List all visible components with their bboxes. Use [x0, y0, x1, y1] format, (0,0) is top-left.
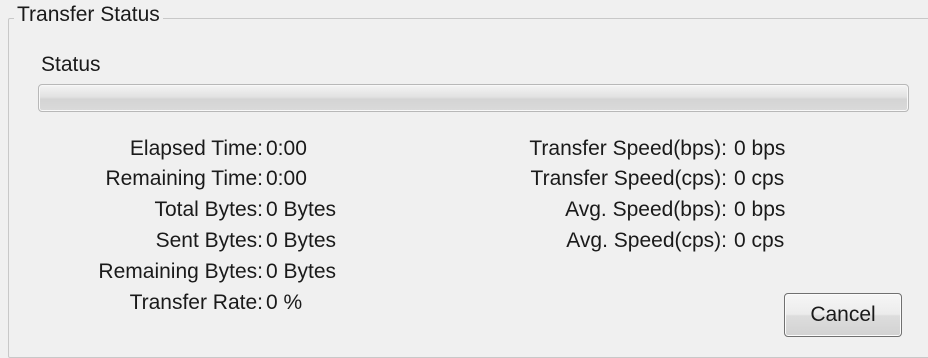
- stat-label: Avg. Speed(cps):: [566, 229, 727, 252]
- stat-label: Transfer Speed(bps):: [529, 137, 727, 160]
- stat-value: 0 bps: [734, 198, 786, 221]
- stat-avg-speed-bps: Avg. Speed(bps): 0 bps: [0, 195, 928, 225]
- stat-label: Transfer Rate:: [129, 291, 263, 314]
- stat-value: 0 bps: [734, 137, 786, 160]
- stat-value: 0 %: [266, 291, 303, 314]
- stat-avg-speed-cps: Avg. Speed(cps): 0 cps: [0, 226, 928, 256]
- stat-transfer-speed-bps: Transfer Speed(bps): 0 bps: [0, 134, 928, 164]
- stat-label: Remaining Bytes:: [98, 260, 263, 283]
- stat-value: 0 cps: [734, 167, 785, 190]
- group-title: Transfer Status: [14, 2, 163, 28]
- stat-transfer-speed-cps: Transfer Speed(cps): 0 cps: [0, 164, 928, 194]
- stat-value: 0 Bytes: [266, 260, 337, 283]
- cancel-button[interactable]: Cancel: [784, 293, 902, 337]
- stat-remaining-bytes: Remaining Bytes: 0 Bytes: [0, 257, 928, 287]
- stat-label: Avg. Speed(bps):: [565, 198, 727, 221]
- stat-label: Transfer Speed(cps):: [530, 167, 727, 190]
- status-label: Status: [41, 53, 101, 76]
- stat-value: 0 cps: [734, 229, 785, 252]
- transfer-progress-bar: [38, 84, 909, 112]
